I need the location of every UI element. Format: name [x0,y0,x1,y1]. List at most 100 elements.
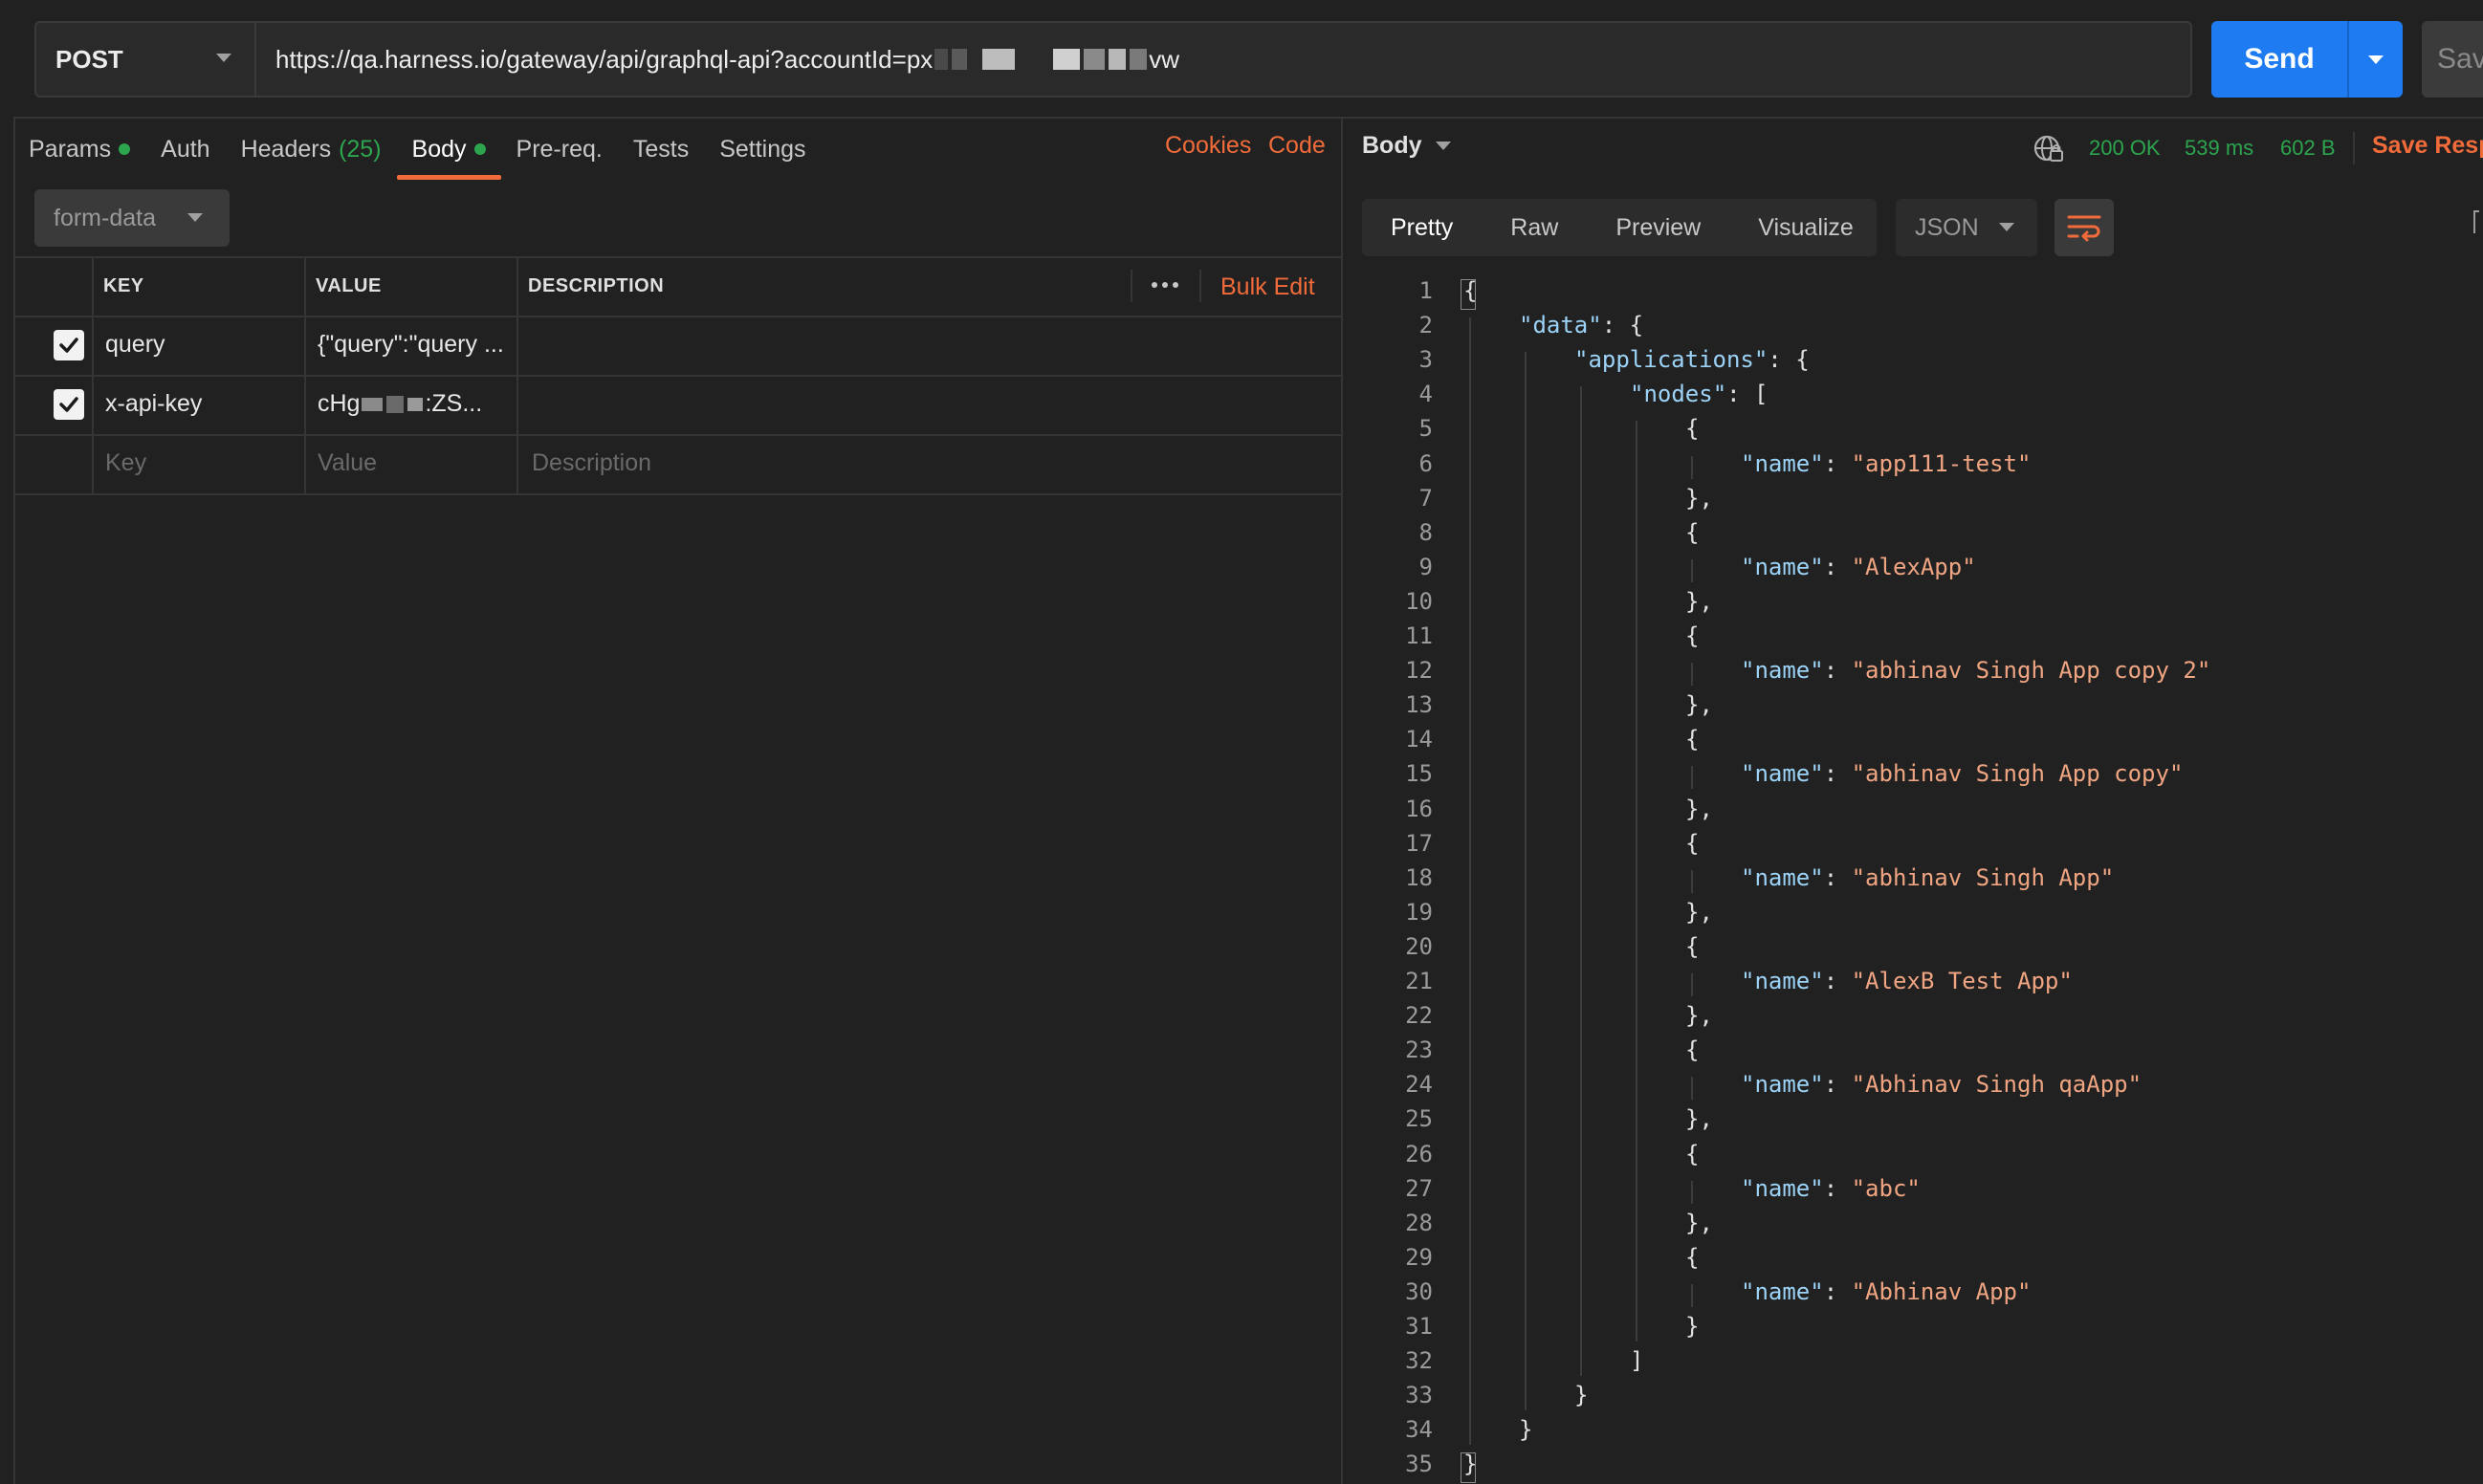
status-code[interactable]: 200 OK [2089,136,2161,161]
panel-resize-handle[interactable] [2473,210,2479,233]
redacted-block [386,396,405,414]
code-line: { [1685,1244,1699,1271]
json-punctuation: : [1823,657,1852,685]
json-punctuation: { [1685,415,1700,443]
row-key[interactable]: query [105,331,297,359]
more-options-icon[interactable] [1146,268,1184,302]
line-number: 9 [1418,553,1433,580]
line-number: 1 [1418,277,1433,304]
row-value[interactable]: cHg:ZS... [318,390,513,418]
code-line: }, [1685,1002,1713,1029]
row-key[interactable]: x-api-key [105,390,297,418]
wrap-lines-icon [2067,215,2101,242]
code-line: { [1685,1141,1699,1168]
tab-auth[interactable]: Auth [161,119,209,180]
row-checkbox[interactable] [54,330,84,360]
tab-prereq[interactable]: Pre-req. [516,119,603,180]
tab-headers[interactable]: Headers (25) [241,119,382,180]
indent-guide [1525,352,1527,1411]
code-link[interactable]: Code [1268,132,1326,160]
bracket-match-highlight [1461,1452,1476,1484]
json-punctuation: : { [1601,312,1644,339]
tab-raw[interactable]: Raw [1482,199,1587,256]
code-line: "name": "AlexApp" [1741,554,1976,580]
save-response-button[interactable]: Save Resp [2372,132,2483,160]
line-number: 26 [1405,1140,1433,1168]
code-line: "applications": { [1574,346,1810,373]
code-line: } [1685,1313,1699,1340]
line-number: 24 [1405,1071,1433,1099]
line-number: 7 [1418,484,1433,512]
response-code-viewer[interactable]: 1 2 3 4 5 6 7 8 9 10 11 12 13 14 15 16 17 18 19 20 21 22 23 24 2… [1362,273,2483,1484]
network-globe-icon[interactable] [2032,132,2066,166]
tab-preview[interactable]: Preview [1587,199,1729,256]
json-key: "name" [1741,1174,1824,1202]
format-select[interactable]: JSON [1896,199,2037,256]
panel-divider [1341,117,1343,1484]
response-time[interactable]: 539 ms [2185,136,2253,161]
column-header-key: KEY [103,275,144,296]
key-input[interactable]: Key [105,449,297,477]
tab-body[interactable]: Body [396,119,501,180]
line-number: 30 [1405,1277,1433,1305]
send-options-button[interactable] [2349,21,2403,98]
json-punctuation: : [1823,968,1852,994]
table-border [1131,270,1132,302]
method-select[interactable]: POST [34,21,254,98]
json-punctuation: }, [1685,795,1713,822]
body-mode-select[interactable]: form-data [34,189,230,247]
line-number: 28 [1405,1209,1433,1236]
json-punctuation: { [1685,1037,1700,1064]
json-punctuation: : [1823,553,1852,580]
line-number: 13 [1405,691,1433,719]
url-input[interactable]: https://qa.harness.io/gateway/api/graphq… [254,21,2192,98]
cookies-link[interactable]: Cookies [1165,132,1251,160]
indent-guide [1691,455,1693,479]
tab-visualize[interactable]: Visualize [1729,199,1882,256]
tab-params[interactable]: Params [29,119,131,180]
json-string: "abhinav Singh App copy 2" [1851,657,2211,685]
json-punctuation: : [1823,449,1852,477]
json-punctuation: { [1685,932,1700,960]
indent-guide [1691,869,1693,893]
redacted-block [362,398,384,412]
send-button[interactable]: Send [2211,21,2403,98]
row-checkbox[interactable] [54,389,84,420]
line-number: 21 [1405,968,1433,994]
description-input[interactable]: Description [532,449,1326,477]
save-button[interactable]: Sav [2422,21,2483,98]
bulk-edit-link[interactable]: Bulk Edit [1220,273,1315,301]
json-punctuation: : { [1768,346,1810,374]
code-line: }, [1685,691,1713,718]
json-punctuation: : [1823,1071,1852,1099]
json-punctuation: : [1823,1174,1852,1202]
line-number: 3 [1418,346,1433,374]
json-punctuation: ] [1630,1347,1644,1375]
bracket-match-highlight [1461,279,1476,310]
code-line: "name": "Abhinav App" [1741,1278,2031,1305]
column-header-description: DESCRIPTION [528,275,665,296]
response-body-select[interactable]: Body [1362,132,1451,160]
tab-settings[interactable]: Settings [719,119,805,180]
tab-pretty[interactable]: Pretty [1362,199,1482,256]
redacted-block [1084,49,1106,70]
tab-tests[interactable]: Tests [633,119,689,180]
url-text-suffix: vw [1149,44,1180,74]
body-mode-label: form-data [54,204,156,231]
response-size[interactable]: 602 B [2280,136,2336,161]
json-key: "name" [1741,760,1824,788]
wrap-lines-button[interactable] [2055,199,2114,256]
table-border [13,256,1341,258]
row-value[interactable]: {"query":"query ... [318,331,513,359]
json-punctuation: } [1574,1382,1589,1409]
tab-tests-label: Tests [632,135,690,163]
line-number: 19 [1405,898,1433,926]
headers-count: (25) [339,135,382,163]
line-number: 14 [1405,726,1433,753]
json-key: "name" [1741,968,1824,994]
chevron-down-icon [187,213,203,222]
code-line: } [1519,1416,1532,1443]
code-line: "name": "abhinav Singh App copy 2" [1741,657,2210,684]
redacted-block [1109,49,1127,70]
value-input[interactable]: Value [318,449,513,477]
